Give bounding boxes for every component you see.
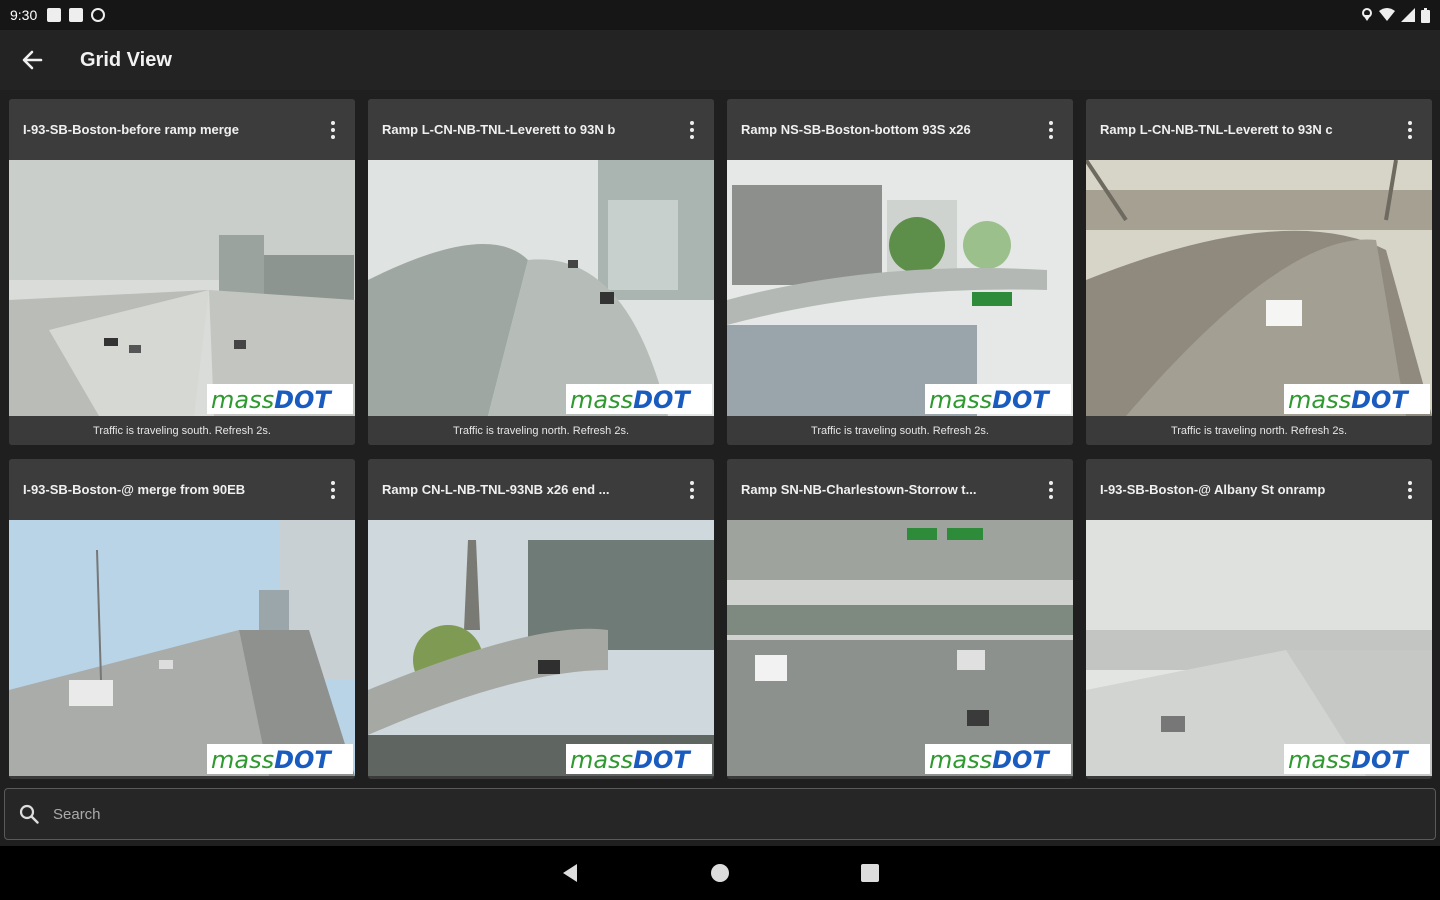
more-options-button[interactable] xyxy=(680,115,704,145)
camera-card[interactable]: I-93-SB-Boston-before ramp merge mass DOT… xyxy=(9,99,355,445)
camera-image[interactable]: mass DOT xyxy=(1086,160,1432,416)
camera-card[interactable]: Ramp NS-SB-Boston-bottom 93S x26 mass DOT… xyxy=(727,99,1073,445)
status-time: 9:30 xyxy=(10,7,38,23)
camera-image[interactable]: mass DOT xyxy=(9,160,355,416)
sync-icon xyxy=(91,8,106,22)
card-header: Ramp CN-L-NB-TNL-93NB x26 end ... xyxy=(368,459,714,520)
system-nav-bar xyxy=(0,846,1440,900)
camera-image[interactable]: mass DOT xyxy=(368,520,714,776)
search-input[interactable] xyxy=(53,805,1435,823)
camera-grid: I-93-SB-Boston-before ramp merge mass DOT… xyxy=(9,99,1433,779)
camera-caption: Traffic is traveling south. Refresh 2s. xyxy=(9,416,355,445)
card-header: Ramp L-CN-NB-TNL-Leverett to 93N b xyxy=(368,99,714,160)
camera-title: Ramp SN-NB-Charlestown-Storrow t... xyxy=(741,482,977,497)
card-header: I-93-SB-Boston-@ Albany St onramp xyxy=(1086,459,1432,520)
massdot-logo: mass DOT xyxy=(925,744,1071,774)
camera-card[interactable]: I-93-SB-Boston-@ Albany St onramp mass DO… xyxy=(1086,459,1432,779)
recents-square-icon xyxy=(861,864,879,882)
more-options-button[interactable] xyxy=(1398,475,1422,505)
nav-recents-button[interactable] xyxy=(855,858,885,888)
massdot-logo: mass DOT xyxy=(1284,744,1430,774)
camera-title: I-93-SB-Boston-@ merge from 90EB xyxy=(23,482,246,497)
camera-image[interactable]: mass DOT xyxy=(1086,520,1432,776)
massdot-logo: mass DOT xyxy=(207,384,353,414)
wifi-icon xyxy=(1379,8,1395,21)
massdot-logo: mass DOT xyxy=(1284,384,1430,414)
camera-title: Ramp NS-SB-Boston-bottom 93S x26 xyxy=(741,122,971,137)
camera-caption: Traffic is traveling north. Refresh 2s. xyxy=(1086,416,1432,445)
camera-title: I-93-SB-Boston-before ramp merge xyxy=(23,122,239,137)
more-options-button[interactable] xyxy=(1398,115,1422,145)
massdot-logo: mass DOT xyxy=(566,744,712,774)
arrow-left-icon xyxy=(22,50,43,70)
camera-title: I-93-SB-Boston-@ Albany St onramp xyxy=(1100,482,1326,497)
camera-image[interactable]: mass DOT xyxy=(368,160,714,416)
massdot-logo: mass DOT xyxy=(925,384,1071,414)
camera-image[interactable]: mass DOT xyxy=(727,520,1073,776)
battery-icon xyxy=(1421,7,1430,23)
camera-caption: Traffic is traveling south. Refresh 2s. xyxy=(727,416,1073,445)
camera-card[interactable]: Ramp L-CN-NB-TNL-Leverett to 93N c mass D… xyxy=(1086,99,1432,445)
massdot-logo: mass DOT xyxy=(566,384,712,414)
more-options-button[interactable] xyxy=(321,115,345,145)
camera-image[interactable]: mass DOT xyxy=(727,160,1073,416)
back-triangle-icon xyxy=(563,864,577,882)
home-circle-icon xyxy=(711,864,729,882)
status-bar: 9:30 xyxy=(0,0,1440,30)
camera-caption: Traffic is traveling north. Refresh 2s. xyxy=(368,416,714,445)
sd-card-icon xyxy=(69,8,84,22)
camera-title: Ramp L-CN-NB-TNL-Leverett to 93N c xyxy=(1100,122,1333,137)
camera-title: Ramp CN-L-NB-TNL-93NB x26 end ... xyxy=(382,482,610,497)
card-header: I-93-SB-Boston-before ramp merge xyxy=(9,99,355,160)
card-header: I-93-SB-Boston-@ merge from 90EB xyxy=(9,459,355,520)
massdot-logo: mass DOT xyxy=(207,744,353,774)
camera-card[interactable]: Ramp CN-L-NB-TNL-93NB x26 end ... mass DO… xyxy=(368,459,714,779)
search-bar[interactable] xyxy=(4,788,1436,840)
more-options-button[interactable] xyxy=(1039,115,1063,145)
app-bar: Grid View xyxy=(0,30,1440,90)
card-header: Ramp NS-SB-Boston-bottom 93S x26 xyxy=(727,99,1073,160)
card-header: Ramp SN-NB-Charlestown-Storrow t... xyxy=(727,459,1073,520)
search-icon xyxy=(19,804,39,824)
more-options-button[interactable] xyxy=(321,475,345,505)
more-options-button[interactable] xyxy=(680,475,704,505)
camera-card[interactable]: Ramp L-CN-NB-TNL-Leverett to 93N b mass D… xyxy=(368,99,714,445)
nav-back-button[interactable] xyxy=(555,858,585,888)
notification-box-icon xyxy=(47,8,62,22)
page-title: Grid View xyxy=(80,48,172,71)
camera-card[interactable]: Ramp SN-NB-Charlestown-Storrow t... mass… xyxy=(727,459,1073,779)
card-header: Ramp L-CN-NB-TNL-Leverett to 93N c xyxy=(1086,99,1432,160)
back-button[interactable] xyxy=(0,30,64,90)
camera-image[interactable]: mass DOT xyxy=(9,520,355,776)
camera-title: Ramp L-CN-NB-TNL-Leverett to 93N b xyxy=(382,122,616,137)
location-icon xyxy=(1362,8,1372,21)
camera-card[interactable]: I-93-SB-Boston-@ merge from 90EB mass DOT xyxy=(9,459,355,779)
signal-icon xyxy=(1401,8,1415,22)
nav-home-button[interactable] xyxy=(705,858,735,888)
more-options-button[interactable] xyxy=(1039,475,1063,505)
